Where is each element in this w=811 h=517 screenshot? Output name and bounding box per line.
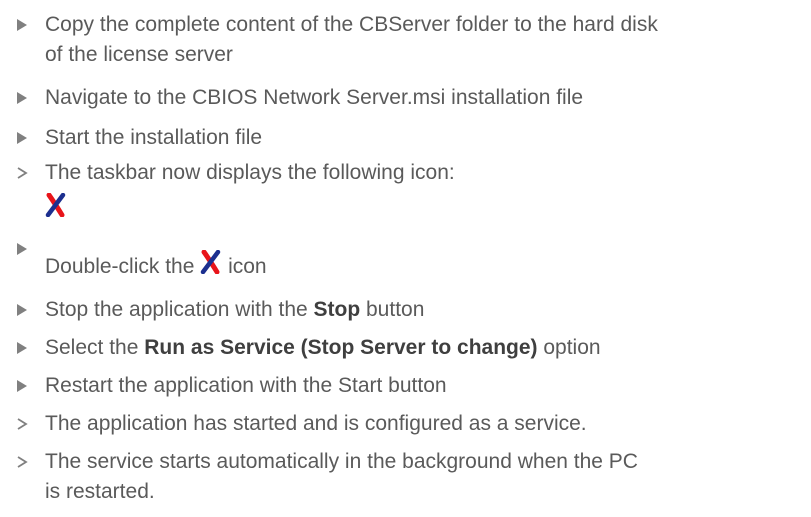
step-text: Select the Run as Service (Stop Server t… [45, 336, 601, 359]
step-text: The service starts automatically in the … [45, 450, 638, 503]
step-text: The application has started and is confi… [45, 412, 587, 435]
step-text: Stop the application with the Stop butto… [45, 298, 425, 321]
chevron-right-icon [14, 447, 30, 477]
triangle-right-icon [14, 295, 30, 325]
run-as-service-option-label: Run as Service (Stop Server to change) [144, 336, 538, 359]
red-blue-x-icon [45, 192, 67, 222]
step-text: Double-click the icon [45, 249, 803, 282]
triangle-right-icon [14, 123, 30, 153]
step-text: Copy the complete content of the CBServe… [45, 13, 658, 66]
step-text: The taskbar now displays the following i… [45, 161, 455, 184]
step-text: Start the installation file [45, 126, 263, 149]
step-text: Restart the application with the Start b… [45, 374, 447, 397]
chevron-right-icon [14, 158, 30, 188]
triangle-right-icon [14, 83, 30, 113]
step-text: Navigate to the CBIOS Network Server.msi… [45, 86, 584, 109]
triangle-right-icon [14, 234, 30, 264]
triangle-right-icon [14, 371, 30, 401]
stop-button-label: Stop [313, 298, 361, 321]
triangle-right-icon [14, 10, 30, 40]
triangle-right-icon [14, 333, 30, 363]
chevron-right-icon [14, 409, 30, 439]
red-blue-x-icon [200, 249, 222, 282]
